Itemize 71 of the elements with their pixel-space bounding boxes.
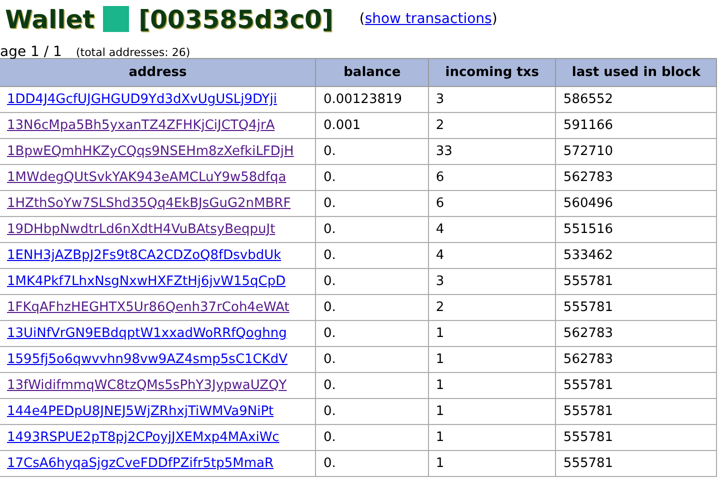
table-cell: 0.001 [316,112,428,138]
table-cell: 2 [428,294,556,320]
paren: ) [492,11,498,27]
table-cell: 555781 [556,372,716,398]
table-cell: 33 [428,138,556,164]
total-addresses: (total addresses: 26) [76,46,190,59]
address-link[interactable]: 1MWdegQUtSvkYAK943eAMCLuY9w58dfqa [7,170,286,185]
table-cell: 0. [316,138,428,164]
table-cell: 562783 [556,164,716,190]
table-cell: 2 [428,112,556,138]
table-cell: 6 [428,164,556,190]
address-link[interactable]: 1493RSPUE2pT8pj2CPoyjJXEMxp4MAxiWc [7,430,280,445]
table-cell: 4 [428,242,556,268]
page-indicator: age 1 / 1 [0,44,62,60]
address-link[interactable]: 13fWidifmmqWC8tzQMs5sPhY3JypwaUZQY [7,378,287,393]
table-cell: 586552 [556,86,716,112]
table-cell: 562783 [556,320,716,346]
table-cell: 0. [316,398,428,424]
address-link[interactable]: 13UiNfVrGN9EBdqptW1xxadWoRRfQoghng [7,326,287,341]
wallet-title: Wallet [5,4,95,34]
table-cell: 1 [428,424,556,450]
table-cell: 555781 [556,294,716,320]
table-cell: 0. [316,242,428,268]
table-cell: 0. [316,164,428,190]
table-cell: 0. [316,424,428,450]
address-link[interactable]: 1FKqAFhzHEGHTX5Ur86Qenh37rCoh4eWAt [7,300,290,315]
table-cell: 533462 [556,242,716,268]
address-link[interactable]: 17CsA6hyqaSjgzCveFDDfPZifr5tp5MmaR [7,456,274,471]
address-link[interactable]: 1HZthSoYw7SLShd35Qq4EkBJsGuG2nMBRF [7,196,291,211]
address-link[interactable]: 1595fj5o6qwvvhn98vw9AZ4smp5sC1CKdV [7,352,288,367]
table-cell: 0. [316,372,428,398]
show-transactions-link[interactable]: show transactions [364,11,492,27]
table-cell: 1 [428,346,556,372]
table-cell: 572710 [556,138,716,164]
table-cell: 3 [428,86,556,112]
address-link[interactable]: 19DHbpNwdtrLd6nXdtH4VuBAtsyBeqpuJt [7,222,276,237]
table-cell: 0. [316,346,428,372]
table-cell: 555781 [556,450,716,476]
address-link[interactable]: 1ENH3jAZBpJ2Fs9t8CA2CDZoQ8fDsvbdUk [7,248,282,263]
table-cell: 1 [428,450,556,476]
paren: ( [359,11,365,27]
table-cell: 562783 [556,346,716,372]
column-header: balance [316,58,428,86]
address-link[interactable]: 144e4PEDpU8JNEJ5WjZRhxjTiWMVa9NiPt [7,404,274,419]
address-link[interactable]: 1BpwEQmhHKZyCQqs9NSEHm8zXefkiLFDjH [7,144,294,159]
table-cell: 6 [428,190,556,216]
table-cell: 0. [316,190,428,216]
table-cell: 4 [428,216,556,242]
table-cell: 0. [316,450,428,476]
table-cell: 1 [428,320,556,346]
column-header: last used in block [556,58,716,86]
table-cell: 555781 [556,424,716,450]
column-header: incoming txs [428,58,556,86]
address-link[interactable]: 1MK4Pkf7LhxNsgNxwHXFZtHj6jvW15qCpD [7,274,286,289]
table-cell: 560496 [556,190,716,216]
column-header: address [0,58,316,86]
table-cell: 3 [428,268,556,294]
table-cell: 0.00123819 [316,86,428,112]
table-cell: 591166 [556,112,716,138]
wallet-id: [003585d3c0] [138,4,334,34]
table-cell: 1 [428,372,556,398]
address-link[interactable]: 1DD4J4GcfUJGHGUD9Yd3dXvUgUSLj9DYji [7,92,277,107]
table-cell: 1 [428,398,556,424]
table-cell: 0. [316,268,428,294]
table-cell: 551516 [556,216,716,242]
table-cell: 0. [316,294,428,320]
table-cell: 0. [316,320,428,346]
table-cell: 555781 [556,398,716,424]
address-link[interactable]: 13N6cMpa5Bh5yxanTZ4ZFHKjCiJCTQ4jrA [7,118,275,133]
table-cell: 0. [316,216,428,242]
table-cell: 555781 [556,268,716,294]
